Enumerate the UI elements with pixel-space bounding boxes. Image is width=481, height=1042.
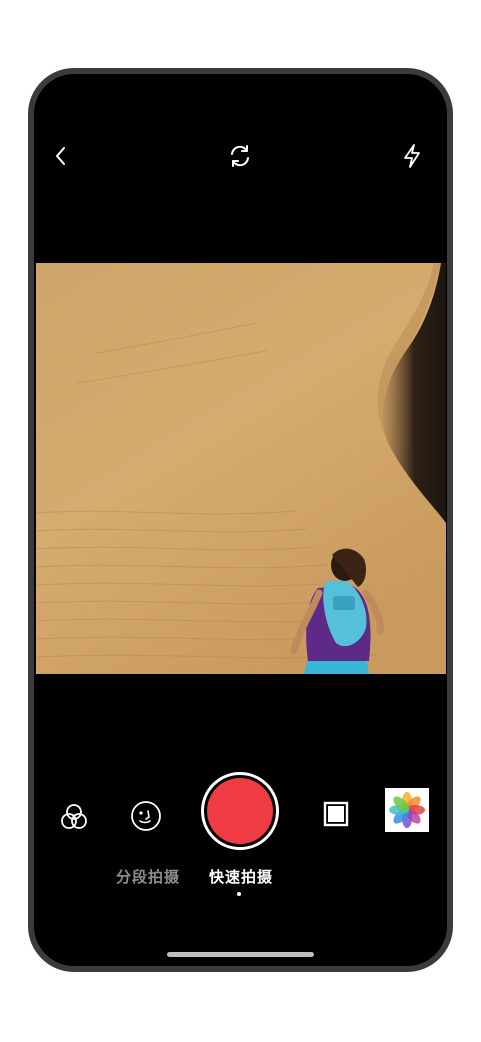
stop-square-icon[interactable] (322, 800, 350, 828)
camera-flip-icon[interactable] (224, 140, 256, 172)
mode-quick-shoot[interactable]: 快速拍摄 (209, 866, 273, 887)
camera-screen: 分段拍摄 快速拍摄 (34, 74, 447, 966)
active-mode-indicator (237, 892, 241, 896)
back-icon[interactable] (45, 140, 77, 172)
camera-viewfinder (36, 263, 446, 674)
home-indicator[interactable] (167, 952, 314, 957)
mode-segment-shoot[interactable]: 分段拍摄 (116, 866, 180, 887)
record-button[interactable] (201, 772, 279, 850)
phone-frame: 分段拍摄 快速拍摄 (28, 68, 453, 972)
filter-icon[interactable] (58, 801, 90, 833)
flash-icon[interactable] (396, 140, 428, 172)
record-button-core (207, 778, 273, 844)
beauty-face-icon[interactable] (128, 798, 164, 834)
gallery-photos-icon[interactable] (385, 788, 429, 832)
